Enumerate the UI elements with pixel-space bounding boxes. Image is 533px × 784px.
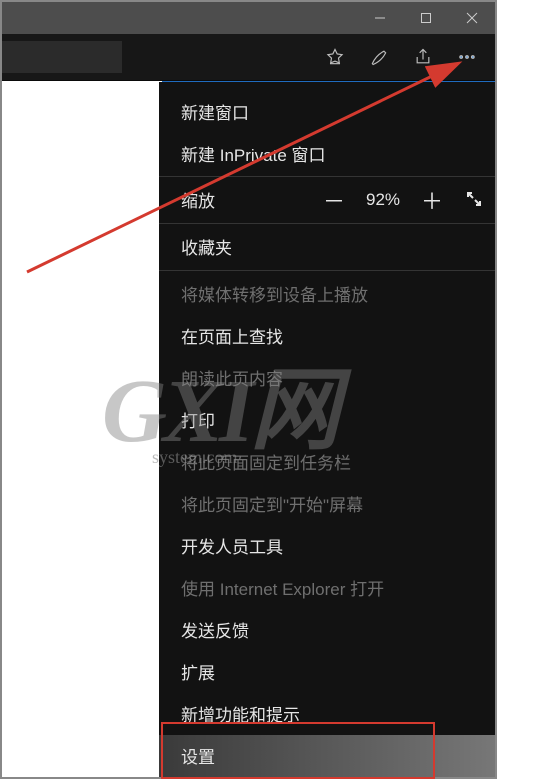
close-icon xyxy=(466,12,478,24)
zoom-label: 缩放 xyxy=(181,187,215,212)
menu-new-window[interactable]: 新建窗口 xyxy=(159,90,495,132)
close-button[interactable] xyxy=(449,2,495,34)
address-bar[interactable] xyxy=(2,41,122,73)
app-window: 新建窗口 新建 InPrivate 窗口 缩放 － 92% ＋ 收藏夹 将媒体转… xyxy=(0,0,497,779)
menu-pin-start: 将此页固定到"开始"屏幕 xyxy=(159,483,495,525)
notes-button[interactable] xyxy=(357,35,401,79)
more-menu: 新建窗口 新建 InPrivate 窗口 缩放 － 92% ＋ 收藏夹 将媒体转… xyxy=(159,82,495,777)
menu-pin-taskbar: 将此页面固定到任务栏 xyxy=(159,441,495,483)
share-icon xyxy=(413,47,433,67)
fullscreen-button[interactable] xyxy=(453,187,495,213)
menu-new-inprivate[interactable]: 新建 InPrivate 窗口 xyxy=(159,132,495,174)
menu-zoom: 缩放 － 92% ＋ xyxy=(159,179,495,221)
menu-open-ie: 使用 Internet Explorer 打开 xyxy=(159,567,495,609)
menu-settings[interactable]: 设置 xyxy=(159,735,495,777)
titlebar xyxy=(2,2,495,34)
pen-icon xyxy=(369,47,389,67)
maximize-button[interactable] xyxy=(403,2,449,34)
menu-whatsnew[interactable]: 新增功能和提示 xyxy=(159,693,495,735)
menu-print[interactable]: 打印 xyxy=(159,399,495,441)
star-icon xyxy=(325,47,345,67)
menu-cast: 将媒体转移到设备上播放 xyxy=(159,273,495,315)
menu-feedback[interactable]: 发送反馈 xyxy=(159,609,495,651)
minimize-icon xyxy=(374,12,386,24)
page-body xyxy=(2,82,159,777)
menu-find[interactable]: 在页面上查找 xyxy=(159,315,495,357)
zoom-value: 92% xyxy=(355,190,411,210)
browser-toolbar xyxy=(2,34,495,81)
content-area: 新建窗口 新建 InPrivate 窗口 缩放 － 92% ＋ 收藏夹 将媒体转… xyxy=(2,82,495,777)
menu-separator xyxy=(159,223,495,224)
more-button[interactable] xyxy=(445,35,489,79)
favorites-button[interactable] xyxy=(313,35,357,79)
menu-read-aloud: 朗读此页内容 xyxy=(159,357,495,399)
zoom-out-button[interactable]: － xyxy=(313,184,355,216)
menu-extensions[interactable]: 扩展 xyxy=(159,651,495,693)
share-button[interactable] xyxy=(401,35,445,79)
more-icon xyxy=(457,47,477,67)
menu-devtools[interactable]: 开发人员工具 xyxy=(159,525,495,567)
menu-separator xyxy=(159,176,495,177)
fullscreen-icon xyxy=(466,191,482,207)
menu-favorites[interactable]: 收藏夹 xyxy=(159,226,495,268)
maximize-icon xyxy=(420,12,432,24)
zoom-in-button[interactable]: ＋ xyxy=(411,184,453,216)
menu-separator xyxy=(159,270,495,271)
minimize-button[interactable] xyxy=(357,2,403,34)
